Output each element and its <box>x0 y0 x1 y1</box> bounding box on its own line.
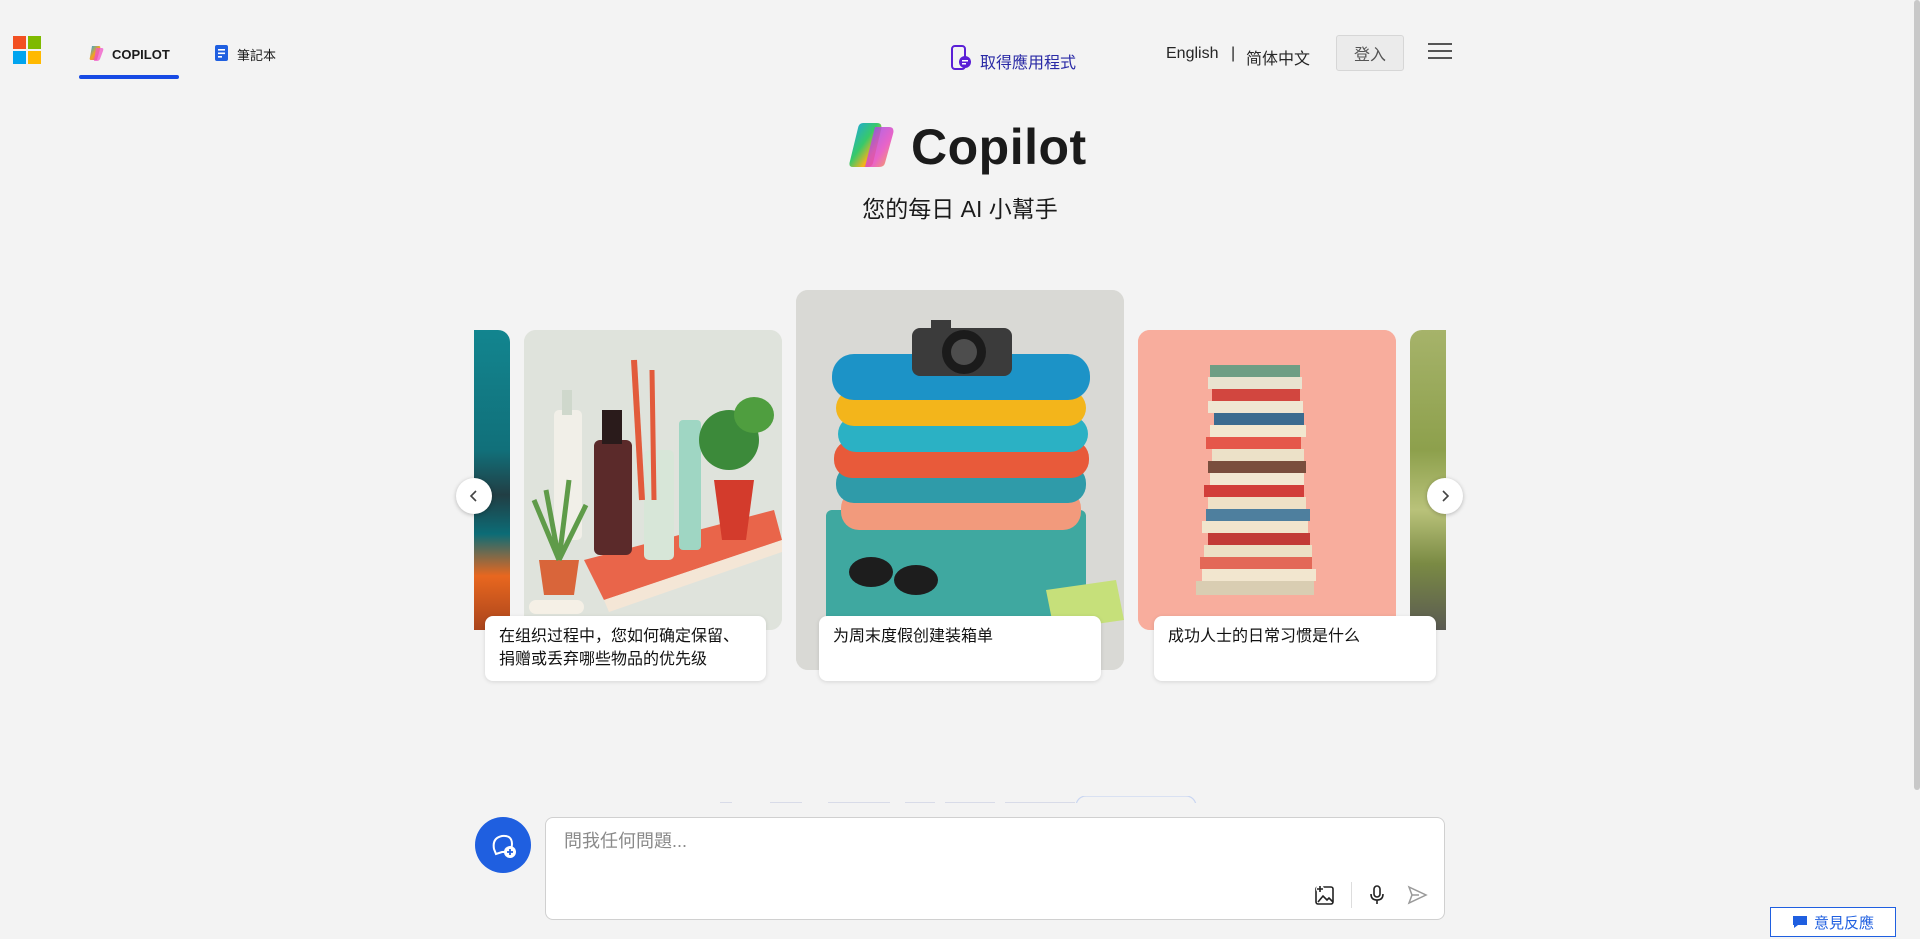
get-app-link[interactable]: 取得應用程式 <box>950 45 1076 76</box>
lang-simplified-chinese[interactable]: 简体中文 <box>1246 45 1310 69</box>
microsoft-logo[interactable] <box>13 36 41 64</box>
tab-copilot[interactable]: COPILOT <box>87 44 170 65</box>
microphone-icon <box>1370 885 1384 904</box>
title-text: Copilot <box>911 119 1087 175</box>
chat-composer <box>545 817 1445 920</box>
carousel-card-image[interactable] <box>524 330 782 630</box>
carousel-next-button[interactable] <box>1427 478 1463 514</box>
toolbar-divider <box>1351 882 1352 908</box>
scrollbar[interactable] <box>1914 0 1920 790</box>
carousel-card-image[interactable] <box>1138 330 1396 630</box>
carousel-card-caption[interactable]: 在组织过程中，您如何确定保留、捐赠或丢弃哪些物品的优先级 <box>485 616 766 681</box>
chevron-right-icon <box>1442 490 1450 502</box>
copilot-logo-icon <box>845 119 897 176</box>
carousel-card-image[interactable] <box>796 290 1124 670</box>
sign-in-button[interactable]: 登入 <box>1336 35 1404 71</box>
carousel-card-caption[interactable]: 成功人士的日常习惯是什么 <box>1154 616 1436 681</box>
page-title: Copilot <box>845 118 1087 176</box>
carousel-prev-button[interactable] <box>456 478 492 514</box>
phone-chat-icon <box>950 45 972 76</box>
new-chat-icon <box>492 834 516 858</box>
menu-icon[interactable] <box>1428 43 1452 61</box>
voice-input-button[interactable] <box>1364 882 1390 908</box>
notebook-icon <box>214 44 230 65</box>
send-icon <box>1407 885 1428 905</box>
tab-notebook-label: 筆記本 <box>237 48 277 63</box>
suggestion-chips-faded <box>720 793 1200 803</box>
copilot-logo-icon <box>87 44 105 65</box>
active-tab-indicator <box>79 75 179 79</box>
send-button[interactable] <box>1404 882 1430 908</box>
chevron-left-icon <box>469 490 477 502</box>
lang-english[interactable]: English <box>1166 45 1218 63</box>
feedback-label: 意見反應 <box>1813 914 1874 932</box>
prompt-carousel: 在组织过程中，您如何确定保留、捐赠或丢弃哪些物品的优先级 为周末度假创建装箱单 … <box>474 280 1446 700</box>
tab-notebook[interactable]: 筆記本 <box>214 44 276 65</box>
page-subtitle: 您的每日 AI 小幫手 <box>862 196 1058 222</box>
add-image-icon <box>1315 885 1334 905</box>
tab-copilot-label: COPILOT <box>112 47 170 62</box>
new-topic-button[interactable] <box>475 817 531 873</box>
lang-separator: | <box>1231 45 1236 62</box>
carousel-card-caption[interactable]: 为周末度假创建装箱单 <box>819 616 1101 681</box>
chat-input[interactable] <box>562 830 1266 853</box>
feedback-button[interactable]: 意見反應 <box>1770 907 1896 937</box>
image-upload-button[interactable] <box>1312 882 1338 908</box>
feedback-icon <box>1792 916 1807 928</box>
get-app-label: 取得應用程式 <box>980 54 1077 72</box>
